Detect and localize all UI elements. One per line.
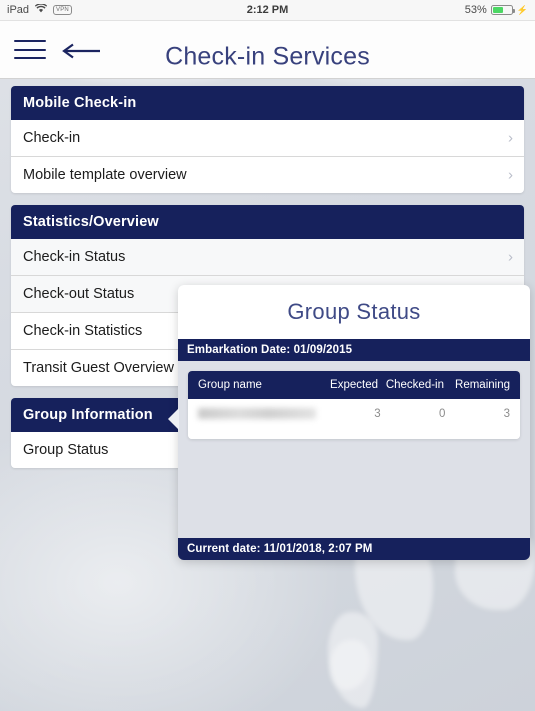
cell-checked-in: 0 bbox=[438, 408, 446, 420]
clock: 2:12 PM bbox=[246, 4, 289, 16]
menu-item-label: Mobile template overview bbox=[23, 167, 187, 183]
column-header-remaining: Remaining bbox=[455, 379, 510, 391]
section-header: Statistics/Overview bbox=[11, 205, 524, 239]
menu-item-label: Check-in Statistics bbox=[23, 323, 143, 339]
status-bar: iPad VPN 2:12 PM 53% ⚡ bbox=[0, 0, 535, 21]
group-status-popover: Group Status Embarkation Date: 01/09/201… bbox=[178, 285, 530, 560]
cell-expected: 3 bbox=[374, 408, 381, 420]
battery-icon bbox=[490, 5, 515, 15]
embarkation-date-bar: Embarkation Date: 01/09/2015 bbox=[178, 339, 530, 361]
chevron-right-icon: › bbox=[508, 248, 513, 266]
sidebar-item-mobile-template-overview[interactable]: Mobile template overview › bbox=[11, 157, 524, 193]
popover-body: Group name Expected Checked-in Remaining… bbox=[178, 361, 530, 552]
menu-item-label: Group Status bbox=[23, 442, 109, 458]
sidebar-item-check-in[interactable]: Check-in › bbox=[11, 120, 524, 157]
popover-title-bar: Group Status bbox=[178, 285, 530, 339]
column-header-group-name: Group name bbox=[198, 379, 262, 391]
group-status-table: Group name Expected Checked-in Remaining… bbox=[188, 371, 520, 439]
page-title: Check-in Services bbox=[165, 42, 370, 71]
cell-group-name bbox=[198, 408, 316, 420]
charging-bolt-icon: ⚡ bbox=[516, 4, 528, 15]
menu-item-label: Transit Guest Overview bbox=[23, 360, 174, 376]
current-date-bar: Current date: 11/01/2018, 2:07 PM bbox=[178, 538, 530, 560]
redacted-group-name bbox=[198, 408, 316, 420]
menu-section-mobile-check-in: Mobile Check-in Check-in › Mobile templa… bbox=[11, 86, 524, 193]
column-header-checked-in: Checked-in bbox=[385, 379, 444, 391]
menu-item-label: Check-in Status bbox=[23, 249, 126, 265]
popover-title: Group Status bbox=[287, 299, 421, 324]
battery-percent-label: 53% bbox=[464, 4, 487, 16]
menu-item-label: Check-in bbox=[23, 130, 81, 146]
chevron-right-icon: › bbox=[508, 166, 513, 184]
chevron-right-icon: › bbox=[508, 129, 513, 147]
popover-arrow bbox=[168, 408, 179, 430]
column-header-expected: Expected bbox=[330, 379, 378, 391]
sidebar-item-check-in-status[interactable]: Check-in Status › bbox=[11, 239, 524, 276]
section-header: Mobile Check-in bbox=[11, 86, 524, 120]
navigation-bar: Check-in Services bbox=[0, 21, 535, 79]
menu-item-label: Check-out Status bbox=[23, 286, 135, 302]
table-header-row: Group name Expected Checked-in Remaining bbox=[188, 371, 520, 399]
table-row[interactable]: 3 0 3 bbox=[188, 399, 520, 439]
cell-remaining: 3 bbox=[503, 408, 511, 420]
